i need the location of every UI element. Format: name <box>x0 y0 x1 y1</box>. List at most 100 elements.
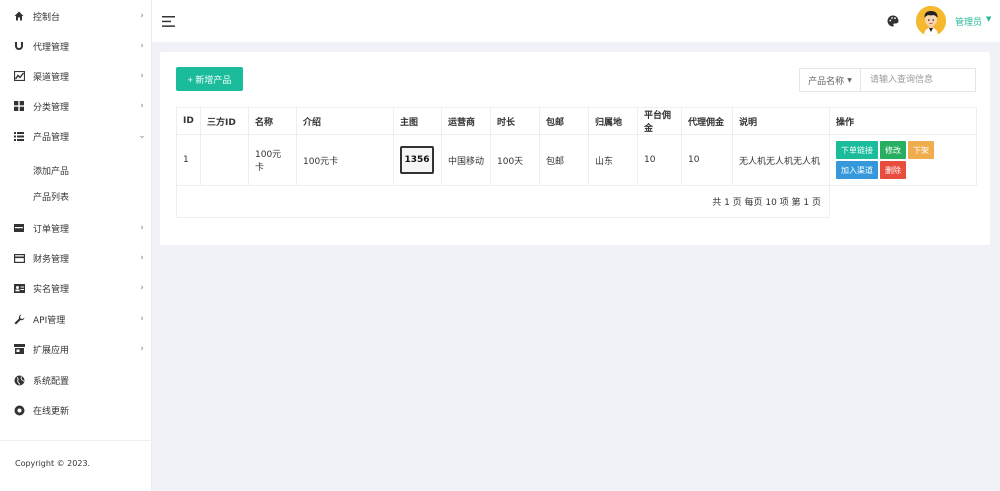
store-icon <box>13 343 25 355</box>
cell-location: 山东 <box>588 134 638 186</box>
sidebar-item-label: 渠道管理 <box>33 72 70 83</box>
sidebar-item-api[interactable]: API管理 › <box>0 304 152 334</box>
cell-agent-commission: 10 <box>681 134 733 186</box>
col-header-id[interactable]: ID <box>176 107 201 135</box>
sidebar-item-label: 实名管理 <box>33 284 70 295</box>
list-icon <box>13 130 25 142</box>
cell-third-id <box>200 134 249 186</box>
chevron-right-icon: › <box>140 344 144 354</box>
sidebar-item-extensions[interactable]: 扩展应用 › <box>0 334 152 364</box>
magnet-icon <box>13 40 25 52</box>
product-thumbnail[interactable]: 1356 <box>400 146 434 174</box>
col-header-name[interactable]: 名称 <box>248 107 297 135</box>
chevron-right-icon: › <box>140 71 144 81</box>
caret-down-icon[interactable]: ▼ <box>986 15 991 23</box>
chevron-right-icon: › <box>140 253 144 263</box>
cell-note: 无人机无人机无人机 <box>732 134 830 186</box>
edit-button[interactable]: 修改 <box>880 141 906 159</box>
sidebar-item-label: 在线更新 <box>33 406 70 417</box>
search-type-select[interactable]: 产品名称 ▼ <box>799 68 861 92</box>
pagination-info: 共 1 页 每页 10 项 第 1 页 <box>176 185 830 218</box>
order-link-button[interactable]: 下单链接 <box>836 141 878 159</box>
sidebar-item-label: 系统配置 <box>33 376 70 387</box>
table-header-row: ID 三方ID 名称 介绍 主图 运营商 时长 包邮 归属地 平台佣金 代理佣金… <box>176 107 977 135</box>
sidebar-item-label: 产品管理 <box>33 132 70 143</box>
sidebar-item-label: API管理 <box>33 315 66 326</box>
bar-icon <box>13 222 25 234</box>
unlist-button[interactable]: 下架 <box>908 141 934 159</box>
cell-operator: 中国移动 <box>441 134 491 186</box>
sidebar-item-online-update[interactable]: 在线更新 <box>0 395 152 425</box>
col-header-shipping[interactable]: 包邮 <box>539 107 589 135</box>
col-header-duration[interactable]: 时长 <box>490 107 540 135</box>
chevron-down-icon: ⌄ <box>138 131 146 141</box>
cell-intro: 100元卡 <box>296 134 394 186</box>
card-icon <box>13 252 25 264</box>
chevron-right-icon: › <box>140 11 144 21</box>
chevron-right-icon: › <box>140 101 144 111</box>
home-icon <box>13 10 25 22</box>
col-header-agent-commission[interactable]: 代理佣金 <box>681 107 733 135</box>
chevron-right-icon: › <box>140 314 144 324</box>
sidebar-item-channels[interactable]: 渠道管理 › <box>0 61 152 91</box>
sidebar-item-label: 财务管理 <box>33 254 70 265</box>
table-row: 1 100元卡 100元卡 1356 中国移动 100天 包邮 山东 10 10… <box>176 134 977 186</box>
sidebar-item-agents[interactable]: 代理管理 › <box>0 31 152 61</box>
sidebar-item-products[interactable]: 产品管理 ⌄ <box>0 121 152 151</box>
sidebar-item-dashboard[interactable]: 控制台 › <box>0 1 152 31</box>
id-card-icon <box>13 282 25 294</box>
sidebar-item-label: 分类管理 <box>33 102 70 113</box>
sidebar: 控制台 › 代理管理 › 渠道管理 › 分类管理 › 产品管理 ⌄ 添加产品 产… <box>0 0 152 491</box>
topbar: 管理员 ▼ <box>152 0 1000 42</box>
sidebar-item-orders[interactable]: 订单管理 › <box>0 213 152 243</box>
cell-shipping: 包邮 <box>539 134 589 186</box>
col-header-image[interactable]: 主图 <box>393 107 442 135</box>
submenu-add-product[interactable]: 添加产品 <box>33 164 69 177</box>
col-header-note[interactable]: 说明 <box>732 107 830 135</box>
search-input[interactable] <box>860 68 976 92</box>
user-name[interactable]: 管理员 <box>955 15 982 28</box>
col-header-third-id[interactable]: 三方ID <box>200 107 249 135</box>
add-to-channel-button[interactable]: 加入渠道 <box>836 161 878 179</box>
sidebar-item-label: 扩展应用 <box>33 345 70 356</box>
sidebar-item-realname[interactable]: 实名管理 › <box>0 273 152 303</box>
col-header-actions: 操作 <box>829 107 977 135</box>
sidebar-item-label: 控制台 <box>33 12 61 23</box>
product-table: ID 三方ID 名称 介绍 主图 运营商 时长 包邮 归属地 平台佣金 代理佣金… <box>176 107 977 186</box>
sidebar-item-categories[interactable]: 分类管理 › <box>0 91 152 121</box>
copyright: Copyright © 2023. <box>15 459 91 468</box>
cell-platform-commission: 10 <box>637 134 682 186</box>
sidebar-item-finance[interactable]: 财务管理 › <box>0 243 152 273</box>
avatar[interactable] <box>916 6 946 36</box>
chevron-right-icon: › <box>140 223 144 233</box>
content-panel: + 新增产品 产品名称 ▼ ID 三方ID 名称 介绍 主图 运营商 时长 包邮… <box>160 52 990 245</box>
sidebar-divider <box>0 440 152 441</box>
chevron-right-icon: › <box>140 41 144 51</box>
thumbnail-text: 1356 <box>404 155 430 165</box>
chart-icon <box>13 70 25 82</box>
search-type-label: 产品名称 <box>808 76 845 87</box>
col-header-operator[interactable]: 运营商 <box>441 107 491 135</box>
col-header-intro[interactable]: 介绍 <box>296 107 394 135</box>
add-product-button[interactable]: + 新增产品 <box>176 67 243 91</box>
caret-down-icon: ▼ <box>847 76 852 84</box>
submenu-product-list[interactable]: 产品列表 <box>33 190 69 203</box>
cell-name: 100元卡 <box>248 134 297 186</box>
chevron-right-icon: › <box>140 283 144 293</box>
menu-toggle-icon[interactable] <box>162 16 176 27</box>
col-header-location[interactable]: 归属地 <box>588 107 638 135</box>
globe-icon <box>13 374 25 386</box>
cell-duration: 100天 <box>490 134 540 186</box>
palette-icon[interactable] <box>887 15 899 27</box>
sidebar-item-system-config[interactable]: 系统配置 <box>0 365 152 395</box>
cell-actions: 下单链接 修改 下架 加入渠道 删除 <box>829 134 977 186</box>
sidebar-item-label: 代理管理 <box>33 42 70 53</box>
col-header-platform-commission[interactable]: 平台佣金 <box>637 107 682 135</box>
circle-icon <box>13 404 25 416</box>
delete-button[interactable]: 删除 <box>880 161 906 179</box>
wrench-icon <box>13 313 25 325</box>
cell-image: 1356 <box>393 134 442 186</box>
sidebar-item-label: 订单管理 <box>33 224 70 235</box>
grid-icon <box>13 100 25 112</box>
cell-id: 1 <box>176 134 201 186</box>
